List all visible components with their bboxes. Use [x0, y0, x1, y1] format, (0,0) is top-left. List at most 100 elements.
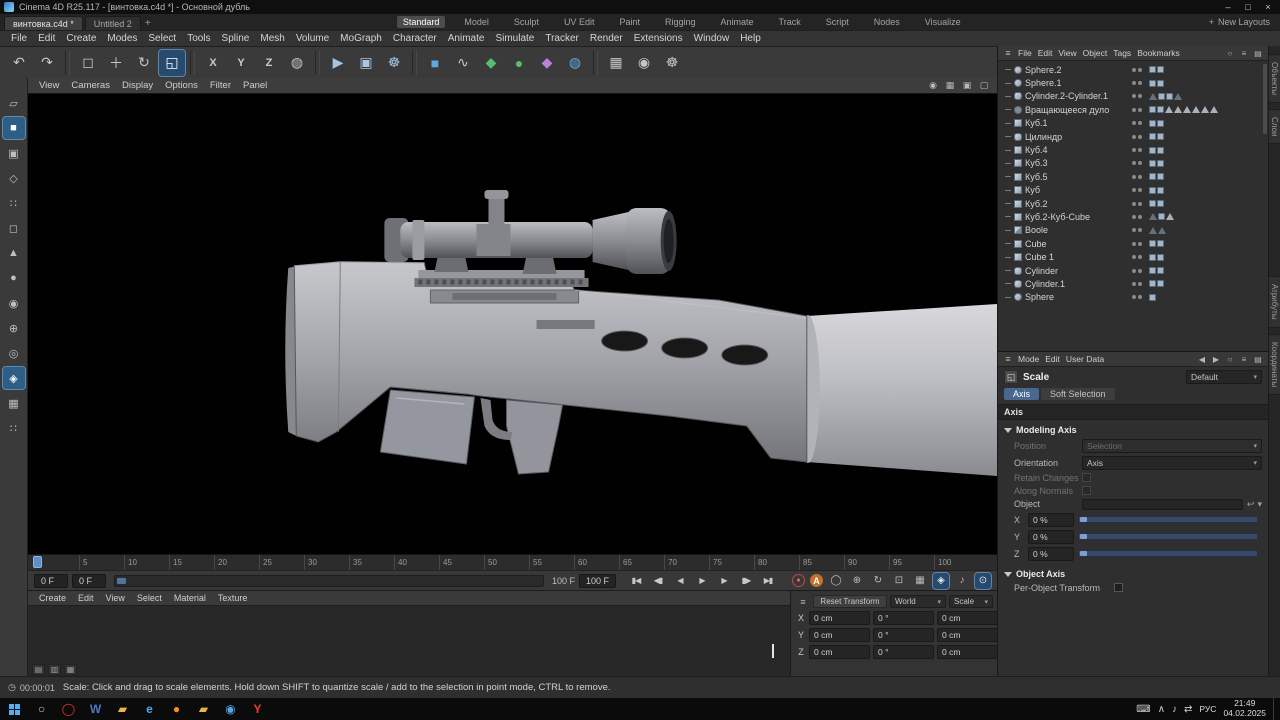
phong-tag-icon[interactable] — [1157, 254, 1164, 261]
tri-tag-icon[interactable] — [1174, 106, 1182, 113]
goto-end-button[interactable]: ▶▮ — [758, 573, 778, 589]
tri-tag-icon[interactable] — [1165, 106, 1173, 113]
matman-list-view-icon[interactable]: ▤ — [32, 664, 45, 675]
menu-item[interactable]: MoGraph — [335, 33, 387, 44]
side-panel-tab[interactable]: Координаты — [1268, 334, 1280, 395]
next-frame-button[interactable]: ▶ — [714, 573, 734, 589]
model-axis-button[interactable]: ⊕ — [3, 317, 25, 339]
menu-item[interactable]: Window — [689, 33, 735, 44]
tri-tag-icon[interactable] — [1166, 213, 1174, 220]
viewport-grid-icon[interactable]: ▦ — [943, 80, 957, 92]
phong-tag-icon[interactable] — [1166, 93, 1173, 100]
phong-tag-icon[interactable] — [1157, 66, 1164, 73]
object-row[interactable]: Куб.5 — [998, 170, 1268, 183]
record-keyframe-button[interactable]: ● — [792, 574, 805, 587]
render-view-button[interactable]: ▶ — [325, 50, 351, 76]
viewport-menu-item[interactable]: Options — [160, 80, 203, 91]
phong-tag-icon[interactable] — [1157, 133, 1164, 140]
object-tags[interactable] — [1149, 227, 1221, 234]
object-manager-menu-item[interactable]: File — [1015, 48, 1035, 58]
menu-item[interactable]: Simulate — [490, 33, 539, 44]
object-tags[interactable] — [1149, 66, 1221, 73]
redo-icon[interactable]: ↷ — [34, 50, 60, 76]
trio-tag-icon[interactable] — [1149, 93, 1157, 100]
attribute-manager-menu-item[interactable]: Mode — [1015, 354, 1042, 364]
trio-tag-icon[interactable] — [1158, 227, 1166, 234]
add-generator-menu[interactable]: ● — [506, 50, 532, 76]
keyframe-mode-button[interactable]: ⊙ — [975, 573, 991, 589]
snap-enable-button[interactable]: ◈ — [3, 367, 25, 389]
phong-tag-icon[interactable] — [1157, 160, 1164, 167]
object-name[interactable]: Куб.3 — [1025, 158, 1129, 168]
scale-field[interactable]: 0 cm — [937, 645, 998, 659]
snap-toggle-button[interactable]: ◈ — [933, 573, 949, 589]
object-tags[interactable] — [1149, 133, 1221, 140]
camera-tool-icon[interactable]: ◉ — [631, 50, 657, 76]
object-name[interactable]: Sphere — [1025, 292, 1129, 302]
attribute-manager-menu-item[interactable]: User Data — [1063, 354, 1107, 364]
side-panel-tab[interactable]: Слои — [1268, 109, 1280, 144]
rotation-field[interactable]: 0 ° — [873, 645, 934, 659]
render-settings-button[interactable]: ☸ — [381, 50, 407, 76]
phong-tag-icon[interactable] — [1149, 200, 1156, 207]
render-picture-viewer-button[interactable]: ▣ — [353, 50, 379, 76]
object-tags[interactable] — [1149, 267, 1221, 274]
play-button[interactable]: ▶ — [692, 573, 712, 589]
model-mode-button[interactable]: ■ — [3, 117, 25, 139]
visibility-dots[interactable] — [1132, 175, 1146, 179]
power-slider-handle[interactable] — [117, 578, 126, 584]
object-tags[interactable] — [1149, 213, 1221, 220]
object-name[interactable]: Boole — [1025, 225, 1129, 235]
document-tab[interactable]: Untitled 2 — [85, 16, 141, 30]
object-row[interactable]: Cylinder — [998, 264, 1268, 277]
object-tags[interactable] — [1149, 254, 1221, 261]
workplane-mode-button[interactable]: ◇ — [3, 167, 25, 189]
move-tool[interactable]: ＋ — [103, 50, 129, 76]
object-row[interactable]: Sphere.2 — [998, 63, 1268, 76]
material-menu-item[interactable]: View — [101, 593, 130, 603]
am-panel-icon[interactable]: ▤ — [1252, 355, 1264, 364]
texture-mode-button[interactable]: ▣ — [3, 142, 25, 164]
per-object-transform-checkbox[interactable] — [1114, 583, 1123, 592]
taskbar-edge-icon[interactable]: e — [136, 698, 163, 720]
object-row[interactable]: Куб — [998, 184, 1268, 197]
keyframe-selection-button[interactable]: ◯ — [828, 573, 844, 589]
object-tags[interactable] — [1149, 80, 1221, 87]
rotation-field[interactable]: 0 ° — [873, 628, 934, 642]
menu-item[interactable]: File — [6, 33, 32, 44]
goto-start-button[interactable]: ▮◀ — [626, 573, 646, 589]
object-row[interactable]: Куб.1 — [998, 117, 1268, 130]
om-search-icon[interactable]: ○ — [1224, 49, 1236, 58]
new-layouts-button[interactable]: + New Layouts — [1209, 14, 1276, 30]
phong-tag-icon[interactable] — [1157, 106, 1164, 113]
object-tags[interactable] — [1149, 200, 1221, 207]
object-name[interactable]: Куб.1 — [1025, 118, 1129, 128]
phong-tag-icon[interactable] — [1149, 66, 1156, 73]
add-primitive-menu[interactable]: ■ — [422, 50, 448, 76]
axis-slider-track[interactable] — [1078, 550, 1258, 557]
am-forward-icon[interactable]: ▶ — [1210, 355, 1222, 364]
phong-tag-icon[interactable] — [1158, 93, 1165, 100]
visibility-dots[interactable] — [1132, 255, 1146, 259]
material-menu-item[interactable]: Edit — [73, 593, 99, 603]
layout-tab[interactable]: Script — [820, 16, 855, 28]
viewport-menu-item[interactable]: Display — [117, 80, 158, 91]
object-name[interactable]: Куб.5 — [1025, 172, 1129, 182]
trio-tag-icon[interactable] — [1149, 213, 1157, 220]
tri-tag-icon[interactable] — [1201, 106, 1209, 113]
phong-tag-icon[interactable] — [1157, 120, 1164, 127]
taskbar-folder-icon[interactable]: ▰ — [109, 698, 136, 720]
phong-tag-icon[interactable] — [1149, 147, 1156, 154]
visibility-dots[interactable] — [1132, 282, 1146, 286]
rotation-field[interactable]: 0 ° — [873, 611, 934, 625]
toolbar-separator[interactable] — [412, 51, 417, 75]
taskbar-firefox-icon[interactable]: ● — [163, 698, 190, 720]
object-name[interactable]: Sphere.1 — [1025, 78, 1129, 88]
rotate-tool[interactable]: ↻ — [131, 50, 157, 76]
object-row[interactable]: Cube — [998, 237, 1268, 250]
viewport-menu-item[interactable]: Cameras — [66, 80, 115, 91]
visibility-dots[interactable] — [1132, 81, 1146, 85]
material-menu-item[interactable]: Create — [34, 593, 71, 603]
viewport-menu-item[interactable]: Panel — [238, 80, 272, 91]
edges-mode-button[interactable]: ◻ — [3, 217, 25, 239]
